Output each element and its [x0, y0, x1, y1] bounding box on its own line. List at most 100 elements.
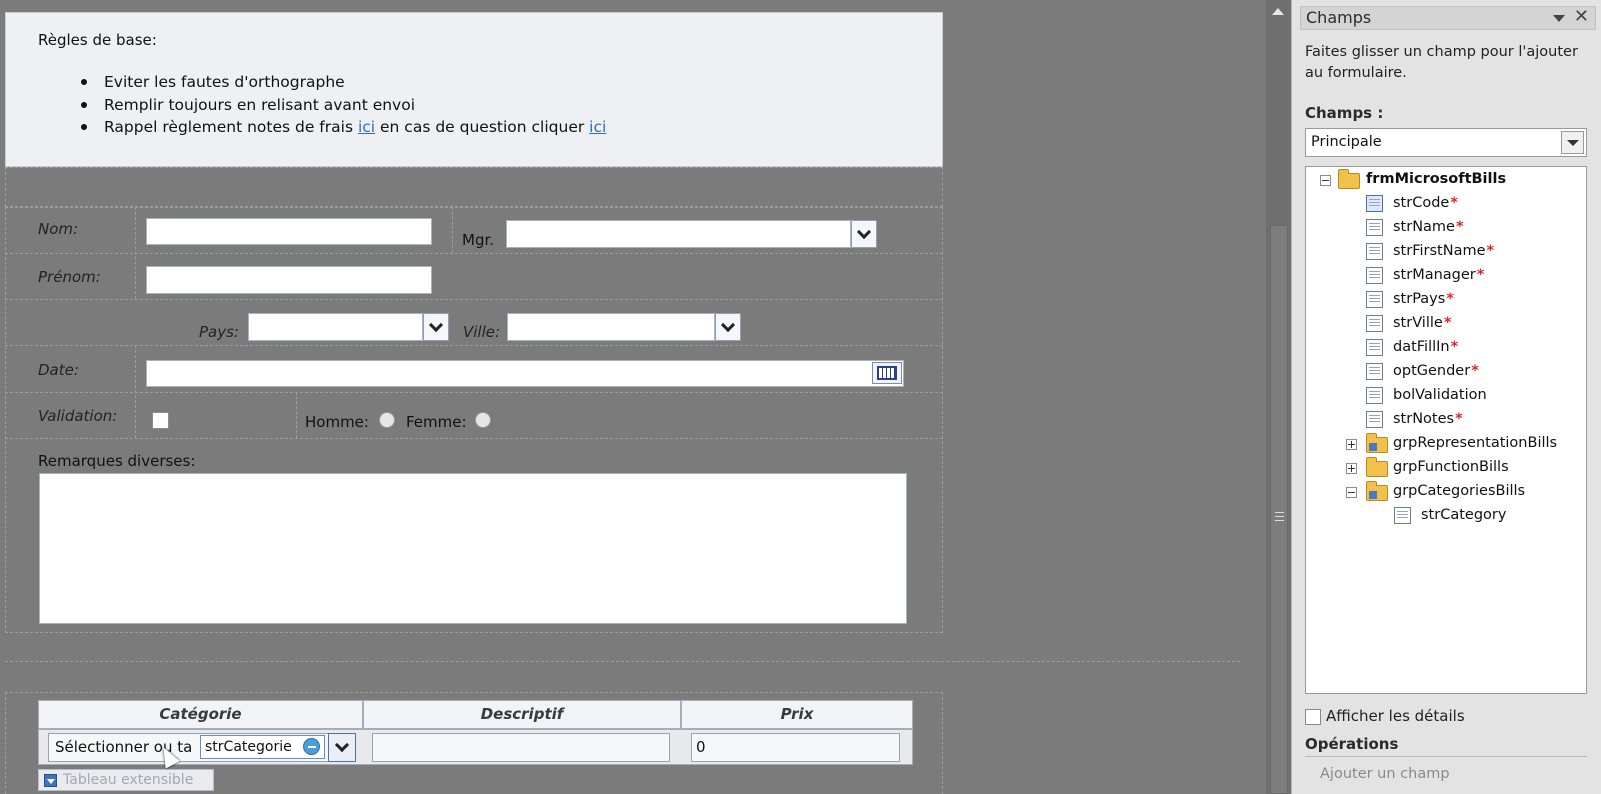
mgr-select[interactable]: [506, 220, 851, 248]
prenom-input[interactable]: [146, 266, 432, 294]
rule-item: Eviter les fautes d'orthographe: [76, 71, 936, 94]
data-source-select[interactable]: Principale: [1305, 128, 1587, 157]
rules-title: Règles de base:: [38, 31, 157, 49]
tree-field[interactable]: strName*: [1393, 216, 1464, 238]
fields-task-pane: Champs ✕ Faites glisser un champ pour l'…: [1291, 0, 1601, 794]
tree-field[interactable]: strNotes*: [1393, 408, 1463, 430]
tree-field[interactable]: bolValidation: [1393, 384, 1488, 406]
rules-link-ici-2[interactable]: ici: [589, 118, 606, 136]
expand-icon[interactable]: [1346, 439, 1357, 450]
field-icon: [1366, 315, 1383, 332]
prenom-label: Prénom:: [38, 268, 101, 286]
pane-title: Champs: [1306, 8, 1372, 27]
pane-header: Champs ✕: [1300, 6, 1596, 30]
tree-field[interactable]: strManager*: [1393, 264, 1484, 286]
field-icon: [1366, 363, 1383, 380]
femme-radio[interactable]: [475, 412, 491, 428]
collapse-icon[interactable]: [1346, 487, 1357, 498]
vertical-scrollbar[interactable]: [1266, 0, 1291, 794]
rules-section: Règles de base: Eviter les fautes d'orth…: [5, 12, 943, 167]
bind-icon: [303, 738, 320, 755]
divider: [5, 299, 943, 300]
tree-field[interactable]: optGender*: [1393, 360, 1479, 382]
ville-select[interactable]: [507, 313, 715, 341]
pays-dropdown-button[interactable]: [423, 313, 449, 341]
tree-group[interactable]: grpRepresentationBills: [1393, 432, 1557, 454]
tree-field[interactable]: datFillIn*: [1393, 336, 1458, 358]
prix-value: 0: [696, 738, 706, 756]
field-icon: [1366, 339, 1383, 356]
remarques-label: Remarques diverses:: [38, 452, 196, 470]
pane-menu-icon[interactable]: [1553, 15, 1565, 22]
field-icon: [1366, 291, 1383, 308]
chevron-down-icon[interactable]: [1561, 131, 1584, 154]
divider: [5, 661, 1240, 662]
scroll-up-icon[interactable]: [1272, 8, 1284, 15]
repeating-folder-icon: [1366, 481, 1388, 501]
tree-field[interactable]: strCategory: [1421, 504, 1506, 526]
field-icon: [1366, 219, 1383, 236]
field-icon: [1366, 267, 1383, 284]
tree-field[interactable]: strPays*: [1393, 288, 1454, 310]
date-input[interactable]: [146, 360, 904, 387]
repeating-table-tab[interactable]: Tableau extensible: [38, 769, 214, 791]
field-icon: [1366, 243, 1383, 260]
calendar-icon: [877, 366, 897, 380]
add-field-link[interactable]: Ajouter un champ: [1320, 766, 1450, 782]
prix-input[interactable]: [691, 733, 900, 762]
rule-text: en cas de question cliquer: [375, 118, 590, 136]
header-prix: Prix: [681, 700, 913, 729]
header-descriptif: Descriptif: [363, 700, 681, 729]
ville-dropdown-button[interactable]: [715, 313, 741, 341]
divider: [1305, 756, 1587, 757]
tree-field[interactable]: strFirstName*: [1393, 240, 1494, 262]
chevron-down-icon: [334, 737, 350, 753]
remarques-textarea[interactable]: [39, 473, 907, 624]
validation-checkbox[interactable]: [152, 412, 169, 429]
mgr-dropdown-button[interactable]: [851, 220, 877, 248]
tree-field[interactable]: strVille*: [1393, 312, 1451, 334]
divider: [452, 207, 453, 253]
field-icon: [1394, 507, 1411, 524]
tree-field[interactable]: strCode*: [1393, 192, 1458, 214]
field-icon: [1366, 195, 1383, 212]
close-icon[interactable]: ✕: [1574, 6, 1589, 28]
layout-region: [5, 167, 943, 207]
divider: [5, 438, 943, 439]
scroll-thumb[interactable]: [1270, 225, 1288, 794]
divider: [135, 207, 136, 299]
repeating-table-label: Tableau extensible: [63, 772, 194, 788]
homme-radio[interactable]: [379, 412, 395, 428]
data-source-value: Principale: [1311, 134, 1382, 150]
header-categorie: Catégorie: [38, 700, 363, 729]
rules-link-ici-1[interactable]: ici: [358, 118, 375, 136]
homme-label: Homme:: [305, 413, 369, 431]
nom-input[interactable]: [146, 218, 432, 245]
repeating-folder-icon: [1366, 433, 1388, 453]
fields-label: Champs :: [1305, 104, 1384, 122]
nom-label: Nom:: [38, 220, 79, 238]
show-details-label: Afficher les détails: [1326, 707, 1465, 725]
date-label: Date:: [38, 361, 79, 379]
rules-list: Eviter les fautes d'orthographe Remplir …: [76, 71, 936, 139]
divider: [5, 345, 943, 346]
pays-select[interactable]: [248, 313, 423, 341]
tree-root[interactable]: frmMicrosoftBills: [1366, 168, 1506, 190]
divider: [5, 253, 943, 254]
descriptif-input[interactable]: [372, 733, 670, 762]
divider: [296, 392, 297, 438]
tree-group[interactable]: grpCategoriesBills: [1393, 480, 1525, 502]
chevron-down-icon: [720, 317, 736, 332]
date-picker-button[interactable]: [872, 362, 902, 384]
rule-item: Rappel règlement notes de frais ici en c…: [76, 116, 936, 139]
chevron-down-icon: [428, 317, 444, 332]
collapse-icon[interactable]: [1320, 175, 1331, 186]
chevron-down-icon: [856, 224, 872, 239]
pane-description: Faites glisser un champ pour l'ajouter a…: [1305, 44, 1578, 81]
tree-group[interactable]: grpFunctionBills: [1393, 456, 1509, 478]
expand-icon[interactable]: [1346, 463, 1357, 474]
show-details-checkbox[interactable]: [1305, 709, 1321, 725]
categorie-dropdown-button[interactable]: [328, 733, 356, 762]
folder-icon: [1338, 169, 1360, 189]
validation-label: Validation:: [38, 407, 118, 425]
